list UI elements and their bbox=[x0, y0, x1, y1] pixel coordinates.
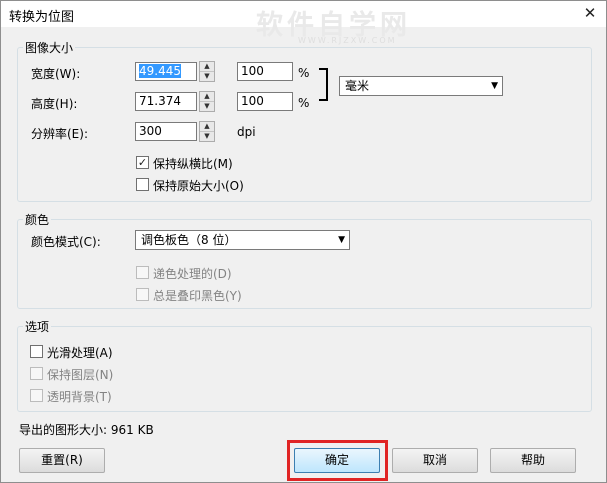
keep-aspect-label[interactable]: 保持纵横比(M) bbox=[153, 155, 233, 172]
height-percent-sign: % bbox=[298, 96, 310, 110]
transparent-bg-label: 透明背景(T) bbox=[47, 390, 112, 404]
aspect-link-bracket bbox=[319, 68, 328, 101]
help-button[interactable]: 帮助 bbox=[490, 448, 576, 473]
unit-value: 毫米 bbox=[345, 79, 370, 93]
watermark-url: WWW.RJZXW.COM bbox=[298, 36, 397, 45]
keep-layers-label: 保持图层(N) bbox=[47, 368, 114, 382]
height-label: 高度(H): bbox=[31, 97, 78, 111]
color-mode-label: 颜色模式(C): bbox=[31, 235, 101, 249]
color-mode-select[interactable]: 调色板色（8 位） ▼ bbox=[135, 230, 350, 250]
width-percent-input[interactable]: 100 bbox=[237, 62, 293, 81]
unit-select[interactable]: 毫米 ▼ bbox=[339, 76, 503, 96]
width-percent-sign: % bbox=[298, 66, 310, 80]
overprint-black-checkbox[interactable] bbox=[136, 288, 149, 301]
watermark-logo: 软件自学网 WWW.RJZXW.COM bbox=[256, 3, 431, 45]
spin-up-icon[interactable]: ▲ bbox=[200, 122, 214, 132]
export-size-text: 导出的图形大小: 961 KB bbox=[19, 423, 154, 437]
color-group-title: 颜色 bbox=[23, 211, 52, 228]
check-icon: ✓ bbox=[137, 156, 148, 169]
height-percent-value: 100 bbox=[241, 94, 264, 108]
resolution-input[interactable]: 300 bbox=[135, 122, 197, 141]
dither-checkbox[interactable] bbox=[136, 266, 149, 279]
transparent-bg-checkbox[interactable] bbox=[30, 389, 43, 402]
keep-original-size-label[interactable]: 保持原始大小(O) bbox=[153, 177, 244, 194]
height-spinner[interactable]: ▲ ▼ bbox=[199, 91, 215, 112]
resolution-label: 分辨率(E): bbox=[31, 127, 88, 141]
close-icon: ✕ bbox=[583, 4, 597, 22]
height-value: 71.374 bbox=[139, 94, 181, 108]
spin-down-icon[interactable]: ▼ bbox=[200, 72, 214, 81]
close-button[interactable]: ✕ bbox=[579, 3, 601, 23]
dialog-title: 转换为位图 bbox=[9, 10, 75, 25]
spin-up-icon[interactable]: ▲ bbox=[200, 92, 214, 102]
chevron-down-icon: ▼ bbox=[338, 235, 345, 245]
width-spinner[interactable]: ▲ ▼ bbox=[199, 61, 215, 82]
width-percent-value: 100 bbox=[241, 64, 264, 78]
height-percent-input[interactable]: 100 bbox=[237, 92, 293, 111]
resolution-unit: dpi bbox=[237, 125, 256, 139]
width-input[interactable]: 49.445 bbox=[135, 62, 197, 81]
keep-layers-checkbox[interactable] bbox=[30, 367, 43, 380]
spin-down-icon[interactable]: ▼ bbox=[200, 132, 214, 141]
width-value: 49.445 bbox=[139, 64, 181, 78]
antialias-checkbox[interactable] bbox=[30, 345, 43, 358]
convert-to-bitmap-dialog: 转换为位图 软件自学网 WWW.RJZXW.COM ✕ 图像大小 宽度(W): … bbox=[0, 0, 607, 483]
spin-up-icon[interactable]: ▲ bbox=[200, 62, 214, 72]
ok-button-highlight bbox=[287, 440, 388, 481]
antialias-label[interactable]: 光滑处理(A) bbox=[47, 344, 113, 361]
width-label: 宽度(W): bbox=[31, 67, 81, 81]
height-input[interactable]: 71.374 bbox=[135, 92, 197, 111]
reset-button[interactable]: 重置(R) bbox=[19, 448, 105, 473]
keep-original-size-checkbox[interactable] bbox=[136, 178, 149, 191]
dither-label: 递色处理的(D) bbox=[153, 267, 232, 281]
chevron-down-icon: ▼ bbox=[491, 81, 498, 91]
overprint-black-label: 总是叠印黑色(Y) bbox=[153, 289, 242, 303]
color-mode-value: 调色板色（8 位） bbox=[141, 233, 237, 247]
options-group-title: 选项 bbox=[23, 318, 52, 335]
keep-aspect-checkbox[interactable]: ✓ bbox=[136, 156, 149, 169]
spin-down-icon[interactable]: ▼ bbox=[200, 102, 214, 111]
resolution-spinner[interactable]: ▲ ▼ bbox=[199, 121, 215, 142]
image-size-group-title: 图像大小 bbox=[23, 39, 76, 56]
resolution-value: 300 bbox=[139, 124, 162, 138]
title-bar: 转换为位图 软件自学网 WWW.RJZXW.COM ✕ bbox=[1, 1, 606, 45]
cancel-button[interactable]: 取消 bbox=[392, 448, 478, 473]
